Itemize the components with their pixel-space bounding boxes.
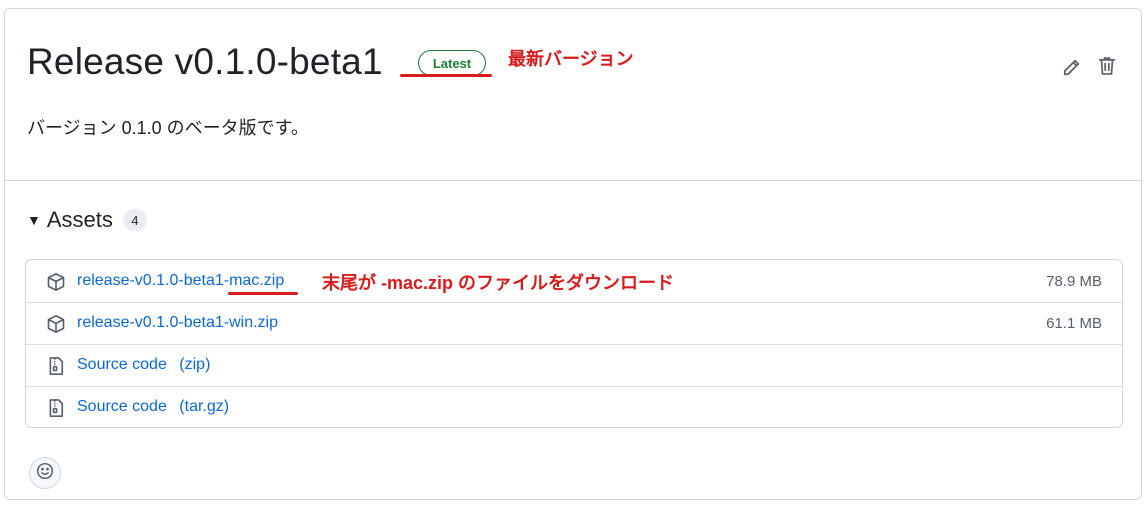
trash-icon[interactable]: [1095, 54, 1119, 78]
asset-link-mac[interactable]: release-v0.1.0-beta1-mac.zip: [77, 272, 284, 290]
asset-suffix: (zip): [179, 356, 211, 373]
pencil-icon[interactable]: [1059, 56, 1083, 80]
add-reaction-button[interactable]: [29, 457, 61, 489]
caret-down-icon: ▼: [27, 212, 41, 228]
asset-link-source-zip[interactable]: Source code (zip): [77, 356, 210, 374]
asset-name: release-v0.1.0-beta1-mac.zip: [77, 272, 285, 289]
latest-annotation: 最新バージョン: [508, 49, 634, 69]
file-zip-icon: [46, 398, 66, 418]
package-icon: [46, 314, 66, 334]
asset-name: Source code: [77, 398, 167, 415]
latest-badge: Latest: [418, 50, 486, 76]
assets-label: Assets: [46, 207, 113, 232]
asset-row: release-v0.1.0-beta1-win.zip 61.1 MB: [26, 302, 1122, 345]
asset-size: 78.9 MB: [1046, 272, 1102, 290]
asset-link-win[interactable]: release-v0.1.0-beta1-win.zip: [77, 314, 278, 332]
smiley-icon: [36, 462, 54, 485]
file-zip-icon: [46, 356, 66, 376]
release-description: バージョン 0.1.0 のベータ版です。: [27, 118, 309, 138]
mac-annotation-underline: [228, 292, 298, 295]
release-card: Release v0.1.0-beta1 Latest バージョン 0.1.0 …: [4, 8, 1142, 500]
asset-suffix: (tar.gz): [179, 398, 230, 415]
asset-size: 61.1 MB: [1046, 314, 1102, 332]
release-title: Release v0.1.0-beta1: [27, 41, 383, 82]
assets-count-badge: 4: [122, 209, 147, 231]
asset-row: Source code (zip): [26, 344, 1122, 387]
latest-annotation-underline: [400, 74, 492, 77]
asset-row: Source code (tar.gz): [26, 386, 1122, 428]
asset-name: Source code: [77, 356, 167, 373]
asset-name: release-v0.1.0-beta1-win.zip: [77, 314, 278, 331]
release-header: Release v0.1.0-beta1 Latest バージョン 0.1.0 …: [5, 9, 1141, 181]
mac-annotation: 末尾が -mac.zip のファイルをダウンロード: [322, 273, 675, 293]
assets-toggle[interactable]: ▼ Assets 4: [27, 207, 147, 233]
package-icon: [46, 272, 66, 292]
asset-link-source-targz[interactable]: Source code (tar.gz): [77, 398, 229, 416]
